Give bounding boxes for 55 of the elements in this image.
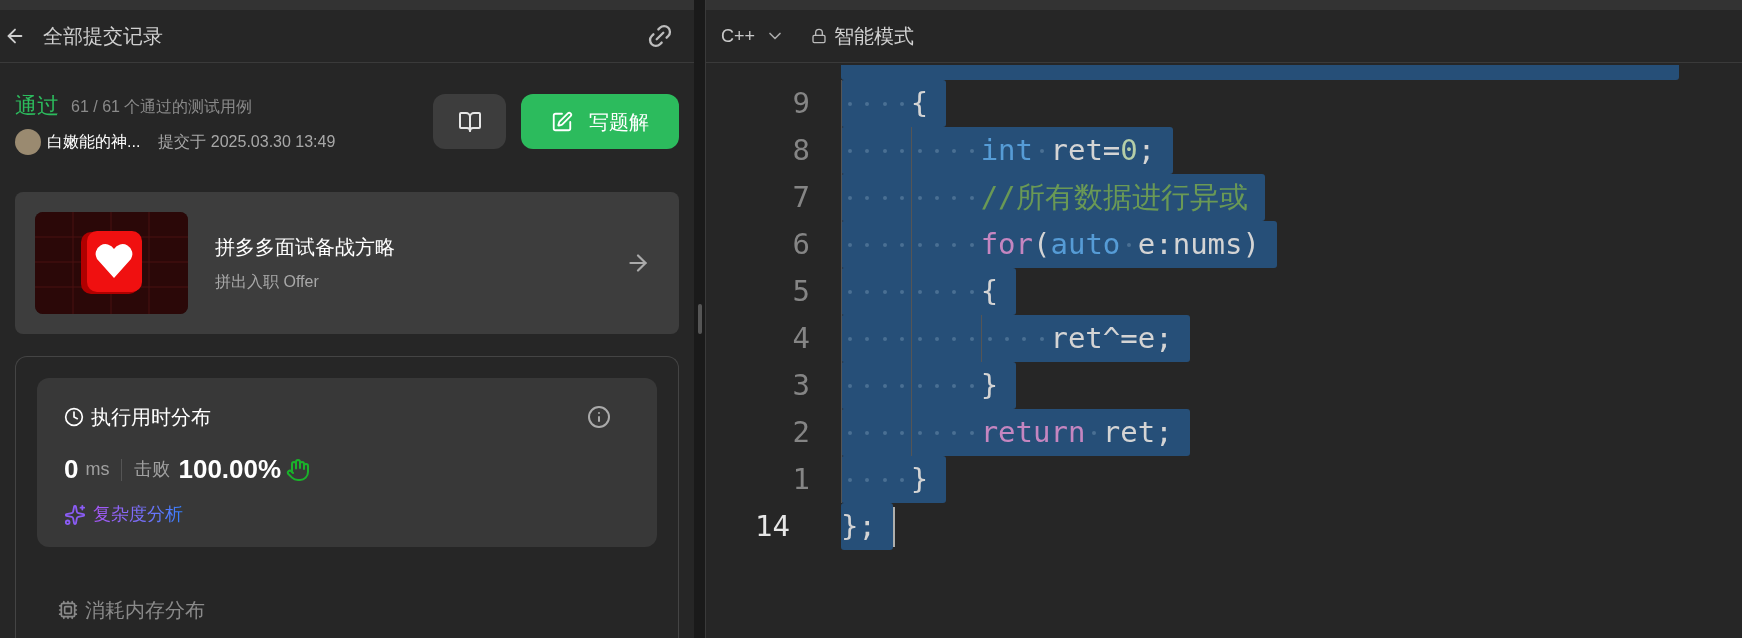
page-title: 全部提交记录 — [43, 24, 163, 49]
line-number: 8 — [791, 131, 810, 169]
submit-time: 提交于 2025.03.30 13:49 — [158, 132, 336, 152]
clock-icon — [64, 407, 84, 427]
line-number: 7 — [791, 178, 810, 216]
runtime-value: 0 — [64, 453, 79, 486]
code-token: ret; — [1102, 413, 1173, 451]
author-name[interactable]: 白嫩能的神... — [47, 130, 141, 154]
promo-card[interactable]: 拼多多面试备战方略 拼出入职 Offer — [15, 192, 679, 334]
code-token: for — [980, 225, 1033, 263]
line-number: 9 — [791, 84, 810, 122]
avatar[interactable] — [15, 129, 41, 155]
code-token: int — [980, 131, 1033, 169]
resize-handle[interactable] — [697, 304, 702, 334]
line-number: 3 — [791, 366, 810, 404]
solution-book-button[interactable] — [433, 94, 506, 149]
code-token: { — [980, 272, 999, 310]
sparkle-icon — [64, 503, 86, 526]
status-label: 通过 — [15, 93, 59, 119]
code-token: }; — [841, 507, 876, 545]
line-number: 5 — [791, 272, 810, 310]
runtime-title: 执行用时分布 — [91, 405, 211, 430]
code-token: auto — [1050, 225, 1121, 263]
code-token: ret^=e; — [1050, 319, 1173, 357]
beats-percentage: 100.00% — [178, 453, 282, 486]
line-number: 4 — [791, 319, 810, 357]
edit-icon — [551, 110, 573, 133]
code-token: } — [980, 366, 999, 404]
code-token: ( — [1033, 225, 1051, 263]
info-icon[interactable] — [587, 405, 611, 429]
language-dropdown[interactable]: C++ — [721, 22, 786, 50]
lock-icon — [811, 28, 828, 44]
code-token: return — [980, 413, 1086, 451]
line-number: 14 — [754, 507, 791, 545]
line-number: 6 — [791, 225, 810, 263]
memory-title: 消耗内存分布 — [85, 598, 205, 623]
code-token: //所有数据进行异或 — [980, 178, 1248, 216]
promo-subtitle: 拼出入职 Offer — [215, 272, 320, 292]
text-cursor — [893, 506, 896, 547]
code-token: ; — [1137, 131, 1156, 169]
runtime-unit: ms — [85, 458, 110, 481]
line-number: 2 — [791, 413, 810, 451]
waving-hand-icon — [286, 457, 311, 482]
line-number: 1 — [791, 460, 810, 498]
test-count: 61 / 61 个通过的测试用例 — [71, 97, 253, 117]
code-token: { — [910, 84, 929, 122]
code-token: ret= — [1050, 131, 1121, 169]
code-token: } — [910, 460, 929, 498]
chip-icon — [58, 600, 78, 620]
book-icon — [457, 109, 482, 134]
promo-title: 拼多多面试备战方略 — [215, 235, 395, 260]
beats-label: 击败 — [134, 458, 171, 481]
code-token: e:nums) — [1137, 225, 1260, 263]
mode-label: 智能模式 — [834, 24, 915, 49]
code-token: 0 — [1120, 131, 1138, 169]
